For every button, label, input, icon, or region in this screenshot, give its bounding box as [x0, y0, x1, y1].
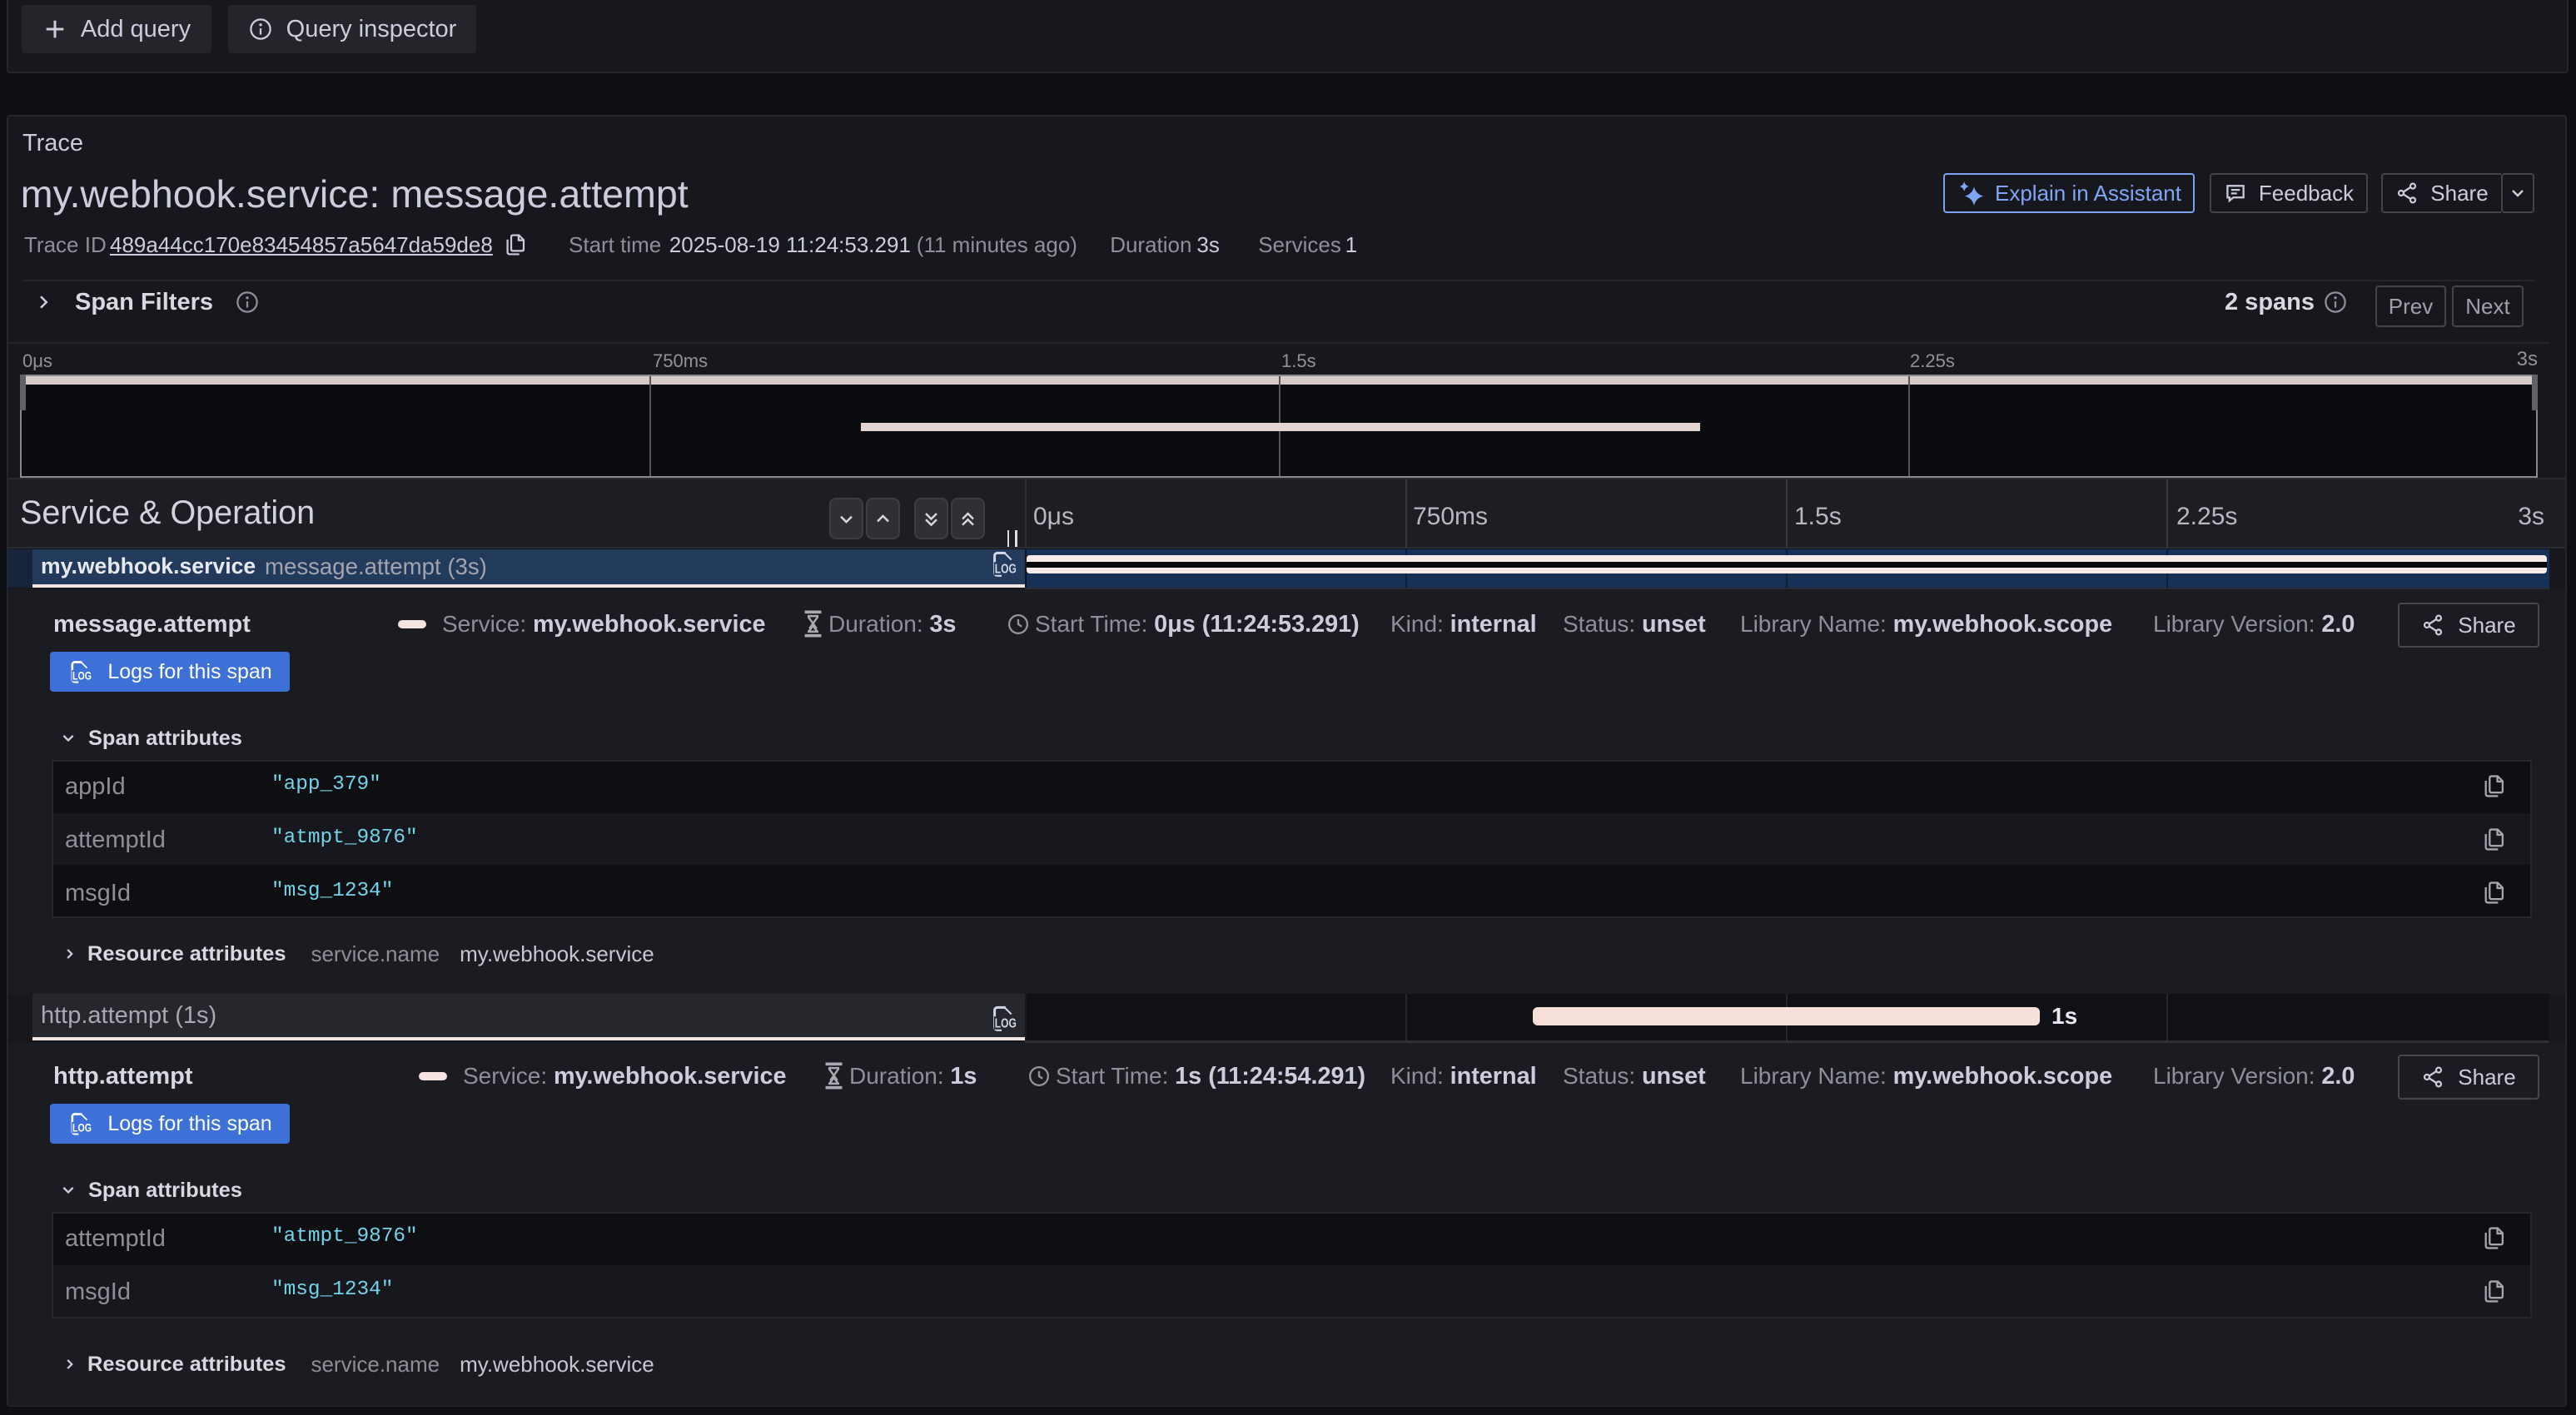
svg-text:LOG: LOG: [72, 669, 92, 683]
svg-text:LOG: LOG: [995, 1015, 1017, 1030]
svg-text:LOG: LOG: [72, 1121, 92, 1134]
svg-text:LOG: LOG: [995, 561, 1017, 576]
